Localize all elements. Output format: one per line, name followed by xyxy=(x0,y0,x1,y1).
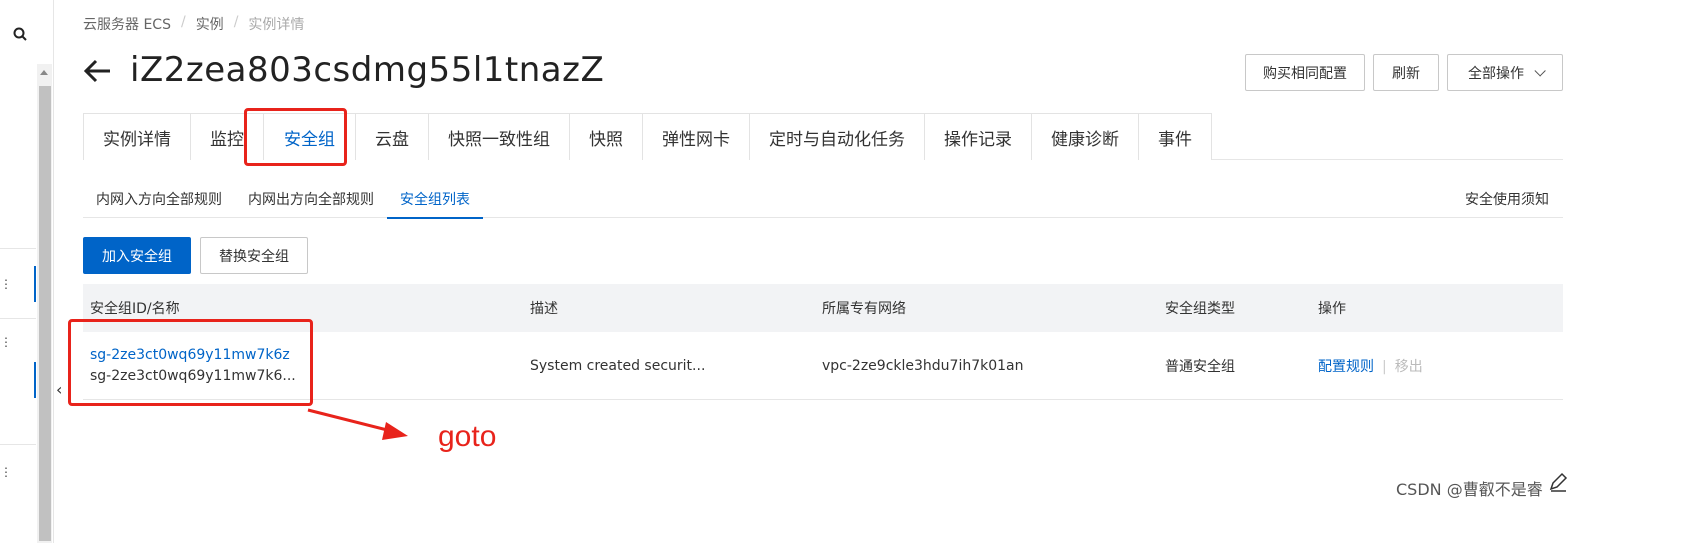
column-header-vpc: 所属专有网络 xyxy=(822,301,906,317)
breadcrumb-current: 实例详情 xyxy=(248,17,305,33)
annotation-highlight-box xyxy=(68,319,313,406)
tab-disks[interactable]: 云盘 xyxy=(355,113,429,160)
tab-snapshots[interactable]: 快照 xyxy=(569,113,643,160)
subtab-security-group-list[interactable]: 安全组列表 xyxy=(387,180,483,219)
more-vertical-icon[interactable]: ⋮ xyxy=(0,466,12,478)
refresh-button[interactable]: 刷新 xyxy=(1373,54,1439,91)
sidebar-scrollbar[interactable] xyxy=(37,64,52,543)
search-icon[interactable] xyxy=(12,26,28,42)
sidebar-active-indicator xyxy=(34,362,36,398)
tab-instance-details[interactable]: 实例详情 xyxy=(83,113,191,160)
operation-separator: | xyxy=(1382,358,1387,375)
tab-events[interactable]: 事件 xyxy=(1138,113,1212,160)
column-header-description: 描述 xyxy=(530,301,558,317)
more-vertical-icon[interactable]: ⋮ xyxy=(0,278,12,290)
chevron-down-icon xyxy=(1534,64,1546,77)
back-arrow-icon[interactable] xyxy=(83,56,113,86)
tab-scheduled-tasks[interactable]: 定时与自动化任务 xyxy=(749,113,925,160)
sidebar-active-indicator xyxy=(34,266,36,302)
breadcrumb-separator: / xyxy=(233,14,239,30)
sidebar-divider xyxy=(0,318,36,319)
more-vertical-icon[interactable]: ⋮ xyxy=(0,336,12,348)
left-sidebar: ⋮ ⋮ ⋮ xyxy=(0,0,54,543)
breadcrumb-item-instances[interactable]: 实例 xyxy=(196,14,224,34)
annotation-arrow-icon xyxy=(307,408,408,440)
tab-snapshot-consistency-group[interactable]: 快照一致性组 xyxy=(428,113,570,160)
remove-link[interactable]: 移出 xyxy=(1395,359,1423,375)
column-header-operations: 操作 xyxy=(1318,301,1346,317)
tab-eni[interactable]: 弹性网卡 xyxy=(642,113,750,160)
edit-pencil-icon[interactable] xyxy=(1548,472,1568,492)
page-root: ⋮ ⋮ ⋮ ‹ 云服务器 ECS / 实例 / 实例详情 iZ2zea803cs… xyxy=(0,0,1694,543)
breadcrumb: 云服务器 ECS / 实例 / 实例详情 xyxy=(83,14,304,34)
security-group-vpc: vpc-2ze9ckle3hdu7ih7k01an xyxy=(822,357,1024,374)
breadcrumb-separator: / xyxy=(180,14,186,30)
column-header-type: 安全组类型 xyxy=(1165,301,1235,317)
page-title: iZ2zea803csdmg55l1tnazZ xyxy=(130,50,605,90)
replace-security-group-button[interactable]: 替换安全组 xyxy=(200,237,308,274)
security-group-type: 普通安全组 xyxy=(1165,358,1235,375)
subtab-inbound-rules[interactable]: 内网入方向全部规则 xyxy=(83,180,235,218)
subtab-outbound-rules[interactable]: 内网出方向全部规则 xyxy=(235,180,387,218)
all-actions-dropdown[interactable]: 全部操作 xyxy=(1447,54,1563,91)
operations-cell: 配置规则 | 移出 xyxy=(1318,356,1423,376)
column-header-id-name: 安全组ID/名称 xyxy=(90,301,180,317)
sidebar-divider xyxy=(0,444,36,445)
security-group-description: System created securit... xyxy=(530,357,706,374)
all-actions-label: 全部操作 xyxy=(1468,65,1524,82)
tab-operation-logs[interactable]: 操作记录 xyxy=(924,113,1032,160)
watermark: CSDN @曹叡不是睿 xyxy=(1396,480,1543,499)
join-security-group-button[interactable]: 加入安全组 xyxy=(83,237,191,274)
tab-health-diagnosis[interactable]: 健康诊断 xyxy=(1031,113,1139,160)
sidebar-divider xyxy=(0,248,36,249)
buy-same-config-button[interactable]: 购买相同配置 xyxy=(1245,54,1365,91)
configure-rules-link[interactable]: 配置规则 xyxy=(1318,359,1374,375)
scroll-up-icon[interactable] xyxy=(40,70,48,75)
security-notice-link[interactable]: 安全使用须知 xyxy=(1465,180,1549,218)
annotation-highlight-box xyxy=(244,108,347,166)
annotation-goto-text: goto xyxy=(438,420,497,453)
breadcrumb-item-ecs[interactable]: 云服务器 ECS xyxy=(83,14,171,34)
scrollbar-thumb[interactable] xyxy=(39,86,51,541)
security-group-subtabs: 内网入方向全部规则 内网出方向全部规则 安全组列表 安全使用须知 xyxy=(83,180,1563,219)
